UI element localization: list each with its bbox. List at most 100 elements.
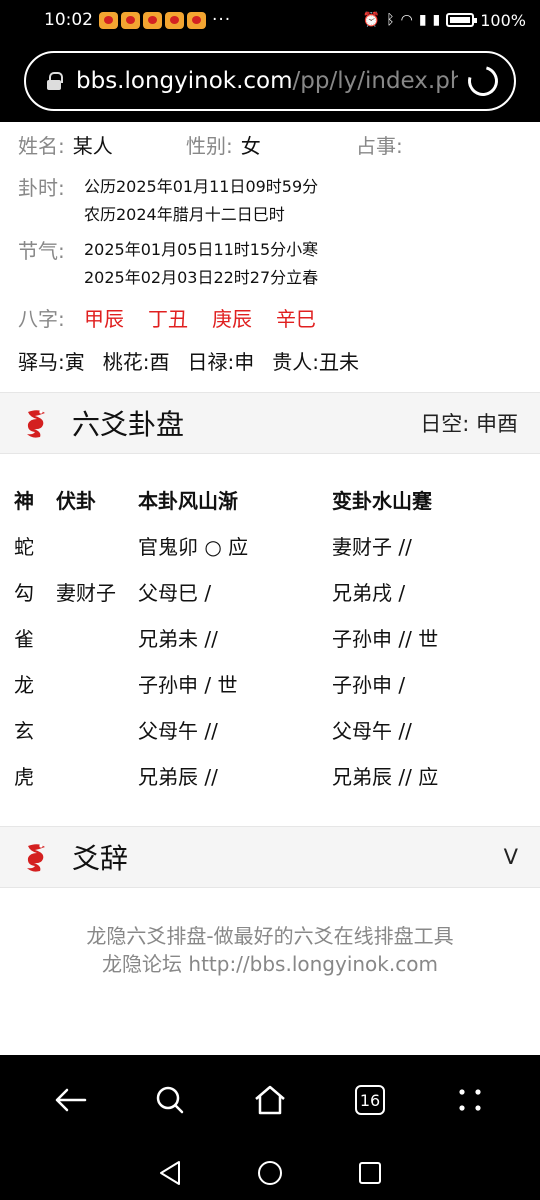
solar-term-label: 节气: (18, 239, 65, 263)
solar-term-row: 节气: 2025年01月05日11时15分小寒 2025年02月03日22时27… (18, 235, 522, 292)
back-arrow-icon (55, 1088, 87, 1112)
gender-label: 性别: (186, 133, 233, 158)
col-bengua-header: 本卦风山渐 (138, 488, 238, 513)
page-content: 姓名: 某人 性别: 女 占事: 卦时: 公历2025年01月11日09时59分 农… (0, 122, 540, 978)
cell-biangua: 子孙申 / (332, 672, 406, 697)
address-bar[interactable]: bbs.longyinok.com/pp/ly/index.ph (24, 51, 516, 111)
status-time: 10:02 (44, 10, 93, 30)
back-button[interactable] (50, 1080, 90, 1120)
search-icon (156, 1086, 184, 1114)
notification-icons (99, 11, 206, 29)
cell-bengua: 父母巳 / (138, 580, 212, 605)
signal-5g-icon: ▮ (432, 12, 441, 28)
more-notifications: ··· (212, 10, 232, 30)
liuyao-table: 神 伏卦 本卦风山渐 变卦水山蹇 蛇 官鬼卯 ○ 应 妻财子 // 勾 妻财子 … (0, 454, 540, 798)
cell-fugua: 妻财子 (56, 580, 116, 605)
signal-icon: ▮ (418, 12, 427, 28)
solar-term-2: 2025年02月03日22时27分立春 (84, 268, 319, 287)
nav-home-icon[interactable] (256, 1159, 284, 1187)
more-dots-icon (459, 1089, 481, 1111)
cell-biangua: 妻财子 // (332, 534, 412, 559)
weibo-notification-icon (99, 11, 118, 29)
cell-shen: 勾 (14, 580, 34, 605)
bazi-month: 丁丑 (148, 306, 188, 331)
cell-biangua: 兄弟戌 / (332, 580, 406, 605)
wifi-icon: ◠ (400, 12, 413, 28)
weibo-notification-icon (165, 11, 184, 29)
table-row: 勾 妻财子 父母巳 / 兄弟戌 / (14, 568, 526, 614)
battery-icon (446, 13, 478, 27)
bazi-year: 甲辰 (84, 306, 124, 331)
table-row: 虎 兄弟辰 // 兄弟辰 // 应 (14, 752, 526, 798)
gender-value: 女 (240, 133, 261, 158)
system-nav-bar (0, 1145, 540, 1200)
cell-biangua: 子孙申 // 世 (332, 626, 439, 651)
yaoci-section-title: 爻辞 (72, 842, 129, 875)
browser-toolbar: 16 (0, 1055, 540, 1145)
matter-label: 占事: (356, 133, 403, 158)
cell-shen: 蛇 (14, 534, 34, 559)
browser-url-area: bbs.longyinok.com/pp/ly/index.ph (0, 40, 540, 122)
solar-term-1: 2025年01月05日11时15分小寒 (84, 240, 319, 259)
gua-time-row: 卦时: 公历2025年01月11日09时59分 农历2024年腊月十二日巳时 (18, 172, 522, 229)
basic-info-row: 姓名: 某人 性别: 女 占事: (18, 122, 522, 166)
weibo-notification-icon (143, 11, 162, 29)
cell-bengua: 父母午 // (138, 718, 218, 743)
col-biangua-header: 变卦水山蹇 (332, 488, 432, 513)
dragon-logo-icon (27, 844, 45, 872)
table-row: 玄 父母午 // 父母午 // (14, 706, 526, 752)
dragon-logo-icon (27, 410, 45, 438)
cell-bengua: 官鬼卯 ○ 应 (138, 534, 249, 559)
table-row: 龙 子孙申 / 世 子孙申 / (14, 660, 526, 706)
col-shen-header: 神 (14, 488, 34, 513)
weibo-notification-icon (121, 11, 140, 29)
solar-time: 公历2025年01月11日09时59分 (84, 177, 319, 196)
table-row: 雀 兄弟未 // 子孙申 // 世 (14, 614, 526, 660)
nav-recents-icon[interactable] (357, 1160, 383, 1186)
url-text[interactable]: bbs.longyinok.com/pp/ly/index.ph (76, 68, 458, 94)
yaoci-section-header[interactable]: 爻辞 V (0, 826, 540, 888)
home-button[interactable] (250, 1080, 290, 1120)
alarm-icon: ⏰ (362, 12, 381, 28)
cell-shen: 龙 (14, 672, 34, 697)
shensha-row: 驿马:寅 桃花:酉 日禄:申 贵人:丑未 (18, 338, 522, 382)
cell-biangua: 父母午 // (332, 718, 412, 743)
tab-count: 16 (355, 1085, 385, 1115)
footer-forum-link[interactable]: 龙隐论坛 http://bbs.longyinok.com (0, 950, 540, 978)
cell-shen: 玄 (14, 718, 34, 743)
gua-time-label: 卦时: (18, 176, 65, 200)
rikong-value: 日空: 申酉 (420, 412, 518, 436)
bluetooth-icon: ᛒ (386, 12, 395, 28)
cell-shen: 雀 (14, 626, 34, 651)
weibo-notification-icon (187, 11, 206, 29)
shensha-rilu: 日禄:申 (187, 349, 255, 374)
cell-bengua: 兄弟未 // (138, 626, 218, 651)
menu-button[interactable] (450, 1080, 490, 1120)
site-footer: 龙隐六爻排盘-做最好的六爻在线排盘工具 龙隐论坛 http://bbs.long… (0, 888, 540, 978)
reload-icon[interactable] (462, 60, 504, 102)
nav-back-icon[interactable] (157, 1159, 183, 1187)
search-button[interactable] (150, 1080, 190, 1120)
lock-icon (46, 72, 63, 90)
cell-bengua: 兄弟辰 // (138, 764, 218, 789)
cell-biangua: 兄弟辰 // 应 (332, 764, 439, 789)
bazi-label: 八字: (18, 306, 65, 331)
col-fugua-header: 伏卦 (56, 488, 96, 513)
shensha-yima: 驿马:寅 (18, 349, 85, 374)
name-value: 某人 (72, 133, 113, 158)
gua-section-header: 六爻卦盘 日空: 申酉 (0, 392, 540, 454)
table-row: 蛇 官鬼卯 ○ 应 妻财子 // (14, 522, 526, 568)
battery-level: 100% (480, 10, 526, 30)
cell-bengua: 子孙申 / 世 (138, 672, 238, 697)
bazi-row: 八字: 甲辰 丁丑 庚辰 辛巳 (18, 296, 522, 338)
status-right: ⏰ ᛒ ◠ ▮ ▮ 100% (363, 11, 526, 30)
shensha-taohua: 桃花:酉 (102, 349, 170, 374)
tabs-button[interactable]: 16 (350, 1080, 390, 1120)
shensha-guiren: 贵人:丑未 (272, 349, 359, 374)
lunar-time: 农历2024年腊月十二日巳时 (84, 205, 285, 224)
cell-shen: 虎 (14, 764, 34, 789)
status-bar: 10:02 ··· ⏰ ᛒ ◠ ▮ ▮ 100% (0, 0, 540, 40)
bazi-day: 庚辰 (212, 306, 252, 331)
expand-toggle[interactable]: V (504, 845, 518, 869)
footer-slogan: 龙隐六爻排盘-做最好的六爻在线排盘工具 (86, 924, 454, 948)
